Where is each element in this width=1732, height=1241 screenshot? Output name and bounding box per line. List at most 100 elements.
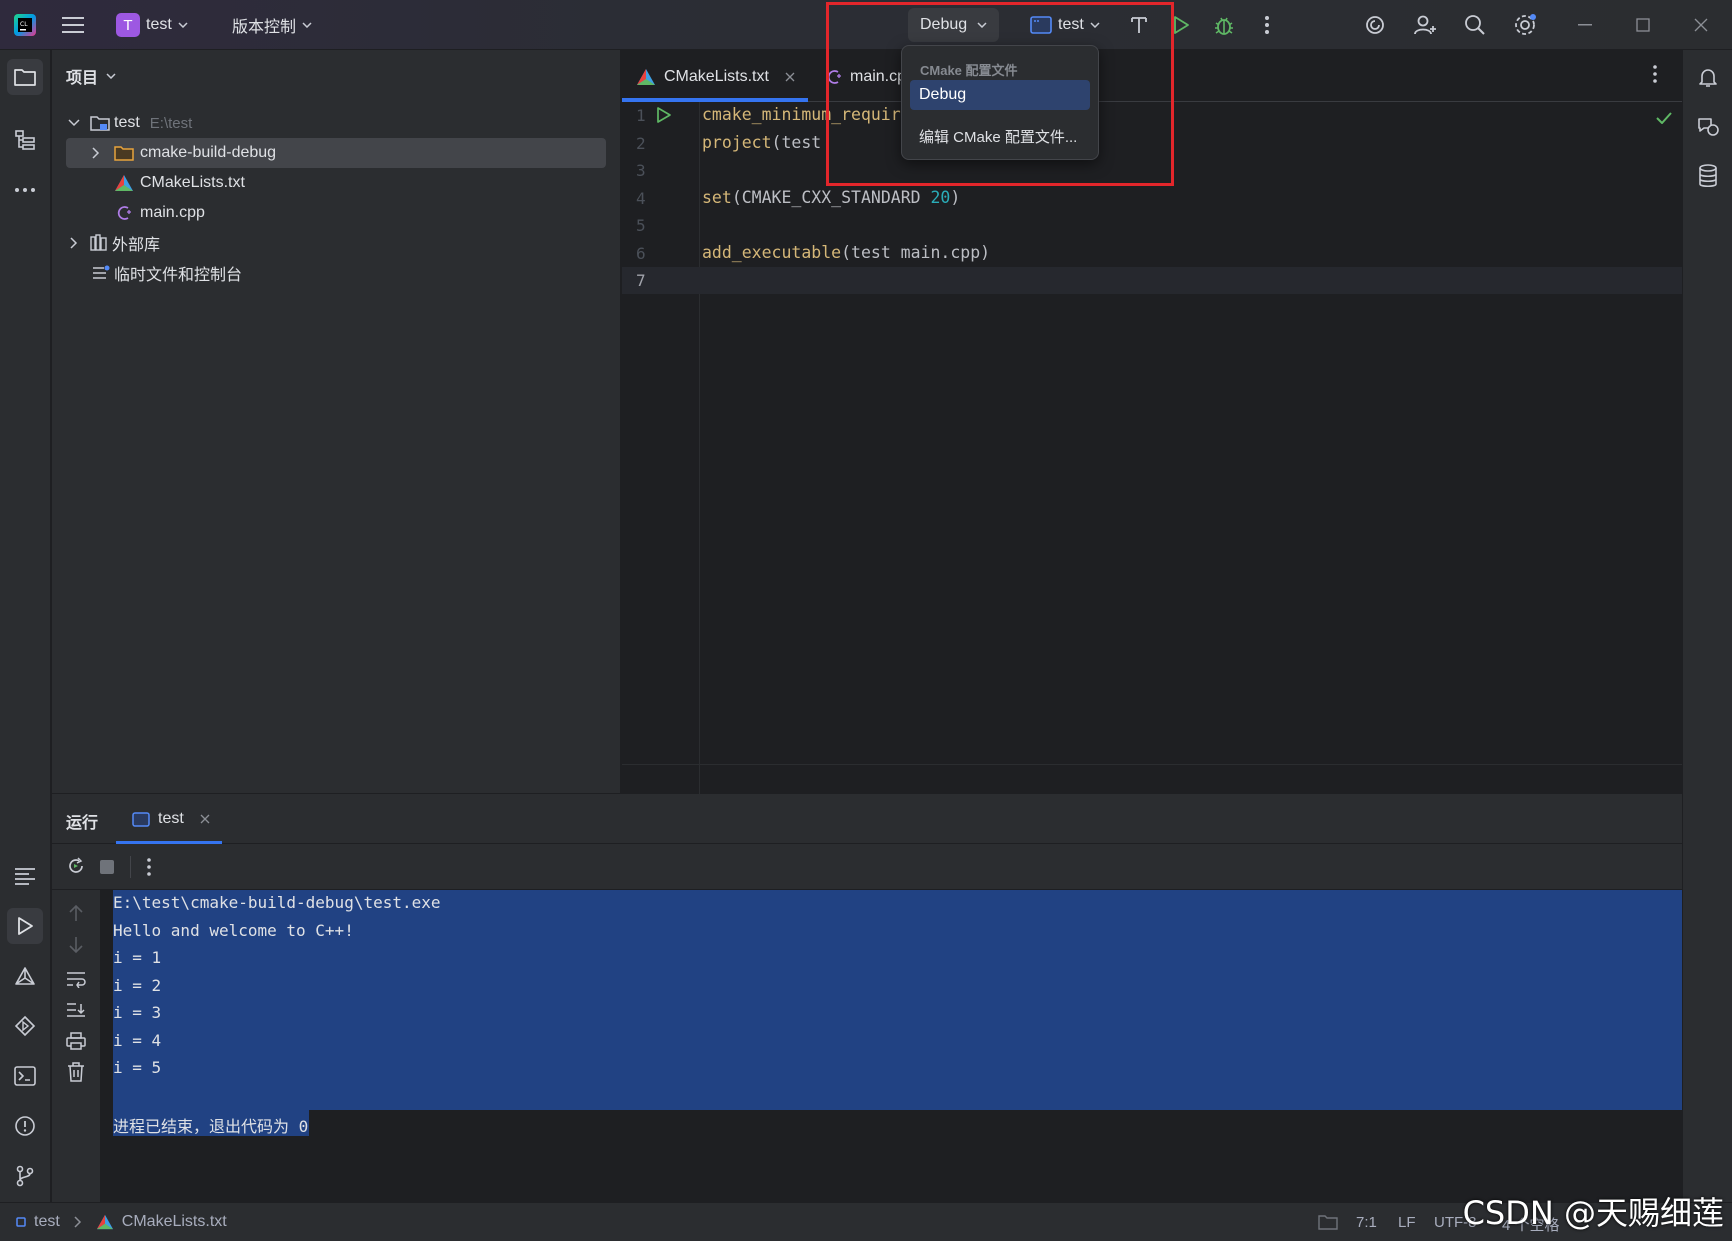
run-tool-icon[interactable] [7, 908, 43, 944]
breadcrumb: test CMakeLists.txt [16, 1213, 227, 1231]
chevron-down-icon[interactable] [68, 119, 80, 127]
code-line[interactable]: 7 [622, 267, 1682, 294]
code-text: set(CMAKE_CXX_STANDARD 20) [702, 188, 960, 207]
code-line[interactable]: 4 set(CMAKE_CXX_STANDARD 20) [622, 185, 1682, 212]
code-token: set [702, 187, 732, 207]
project-folder-icon [90, 116, 110, 131]
line-separator[interactable]: LF [1398, 1214, 1416, 1231]
folder-status-icon[interactable] [1318, 1214, 1338, 1230]
cmake-tool-icon[interactable] [7, 958, 43, 994]
services-icon[interactable] [7, 1008, 43, 1044]
code-line[interactable]: 6 add_executable(test main.cpp) [622, 240, 1682, 267]
ai-assistant-icon[interactable] [1360, 10, 1390, 40]
console-line: i = 5 [113, 1058, 162, 1077]
console-output[interactable]: E:\test\cmake-build-debug\test.exe Hello … [100, 890, 1682, 1202]
console-line: i = 3 [113, 1003, 162, 1022]
tree-item-cmakelists[interactable]: CMakeLists.txt [114, 168, 245, 198]
line-number: 7 [636, 271, 646, 290]
tab-label: CMakeLists.txt [664, 68, 769, 85]
ai-chat-icon[interactable] [1690, 108, 1726, 144]
rerun-icon[interactable] [66, 856, 86, 876]
search-icon[interactable] [1460, 10, 1490, 40]
vcs-menu[interactable]: 版本控制 [224, 8, 320, 42]
close-window-icon[interactable] [1686, 10, 1716, 40]
database-icon[interactable] [1690, 158, 1726, 194]
caret-position[interactable]: 7:1 [1356, 1214, 1377, 1231]
notifications-bell-icon[interactable] [1690, 59, 1726, 95]
tree-path: E:\test [149, 114, 193, 132]
more-actions-icon[interactable] [1252, 10, 1282, 40]
cpp-file-icon [117, 206, 131, 220]
tree-label: test [114, 114, 140, 131]
clion-logo-icon[interactable]: CL [10, 10, 40, 40]
tree-label: main.cpp [140, 204, 205, 221]
code-token: (test [771, 132, 822, 152]
watermark: CSDN @天赐细莲 [1462, 1194, 1724, 1232]
tree-item-scratches[interactable]: 临时文件和控制台 [92, 258, 242, 288]
soft-wrap-icon[interactable] [66, 970, 86, 988]
project-switcher[interactable]: T test [108, 8, 196, 42]
inspection-ok-check-icon [1656, 112, 1672, 124]
tree-item-main-cpp[interactable]: main.cpp [114, 198, 205, 228]
scratches-icon [93, 265, 110, 279]
problems-icon[interactable] [7, 1108, 43, 1144]
tab-cmakelists[interactable]: CMakeLists.txt [636, 62, 795, 92]
more-tools-icon[interactable] [7, 172, 43, 208]
project-panel-header[interactable]: 项目 [66, 64, 116, 88]
run-tab-test[interactable]: test [132, 804, 210, 834]
line-number: 6 [636, 243, 646, 263]
run-tab-label: test [158, 810, 184, 827]
project-avatar: T [116, 13, 140, 37]
editor-more-icon[interactable] [1652, 64, 1658, 84]
code-token: 20 [930, 187, 951, 207]
stop-icon[interactable] [100, 860, 114, 874]
breadcrumb-file[interactable]: CMakeLists.txt [122, 1213, 227, 1231]
left-tool-stripe [0, 50, 51, 1202]
cmake-file-icon [637, 69, 655, 85]
line-number: 3 [636, 161, 646, 180]
add-user-icon[interactable] [1410, 10, 1440, 40]
toolbar-divider [130, 856, 131, 878]
console-line: i = 4 [113, 1030, 162, 1050]
chevron-right-icon[interactable] [92, 147, 100, 159]
svg-text:CL: CL [20, 21, 28, 28]
library-icon [90, 234, 107, 251]
maximize-icon[interactable] [1628, 10, 1658, 40]
main-menu-icon[interactable] [58, 10, 88, 40]
breadcrumb-project[interactable]: test [34, 1213, 60, 1231]
tree-label: CMakeLists.txt [140, 174, 245, 191]
debug-bug-icon[interactable] [1209, 10, 1239, 40]
run-tab-indicator [116, 841, 222, 844]
project-panel-title: 项目 [66, 70, 99, 87]
project-name: test [146, 16, 172, 33]
tree-item-cmake-build-debug[interactable]: cmake-build-debug [92, 138, 276, 168]
tree-label: cmake-build-debug [140, 144, 277, 161]
run-gutter-icon[interactable] [656, 106, 672, 124]
close-tab-icon[interactable] [200, 814, 210, 824]
tree-item-external-libs[interactable]: 外部库 [70, 228, 160, 258]
trash-icon[interactable] [67, 1062, 85, 1082]
code-line[interactable]: 5 [622, 212, 1682, 239]
cmake-file-icon [115, 175, 133, 191]
line-number: 4 [636, 188, 646, 208]
git-branch-icon[interactable] [7, 1158, 43, 1194]
todo-list-icon[interactable] [7, 858, 43, 894]
settings-gear-icon[interactable] [1510, 10, 1540, 40]
tree-item-test-root[interactable]: test E:\test [68, 108, 192, 138]
structure-icon[interactable] [7, 122, 43, 158]
close-tab-icon[interactable] [785, 72, 795, 82]
project-tool-folder-icon[interactable] [7, 59, 43, 95]
code-token: (test main.cpp) [841, 242, 991, 262]
tree-label: 外部库 [112, 237, 161, 254]
scroll-to-end-icon[interactable] [66, 1002, 86, 1020]
run-panel-header [52, 794, 1682, 844]
chevron-right-icon[interactable] [70, 237, 78, 249]
terminal-icon[interactable] [7, 1058, 43, 1094]
app-window-icon [132, 811, 150, 827]
scroll-up-icon[interactable] [66, 904, 86, 922]
scroll-down-icon[interactable] [66, 936, 86, 954]
run-more-icon[interactable] [146, 857, 152, 877]
print-icon[interactable] [66, 1032, 86, 1050]
minimize-icon[interactable] [1570, 10, 1600, 40]
folder-icon [114, 146, 134, 161]
